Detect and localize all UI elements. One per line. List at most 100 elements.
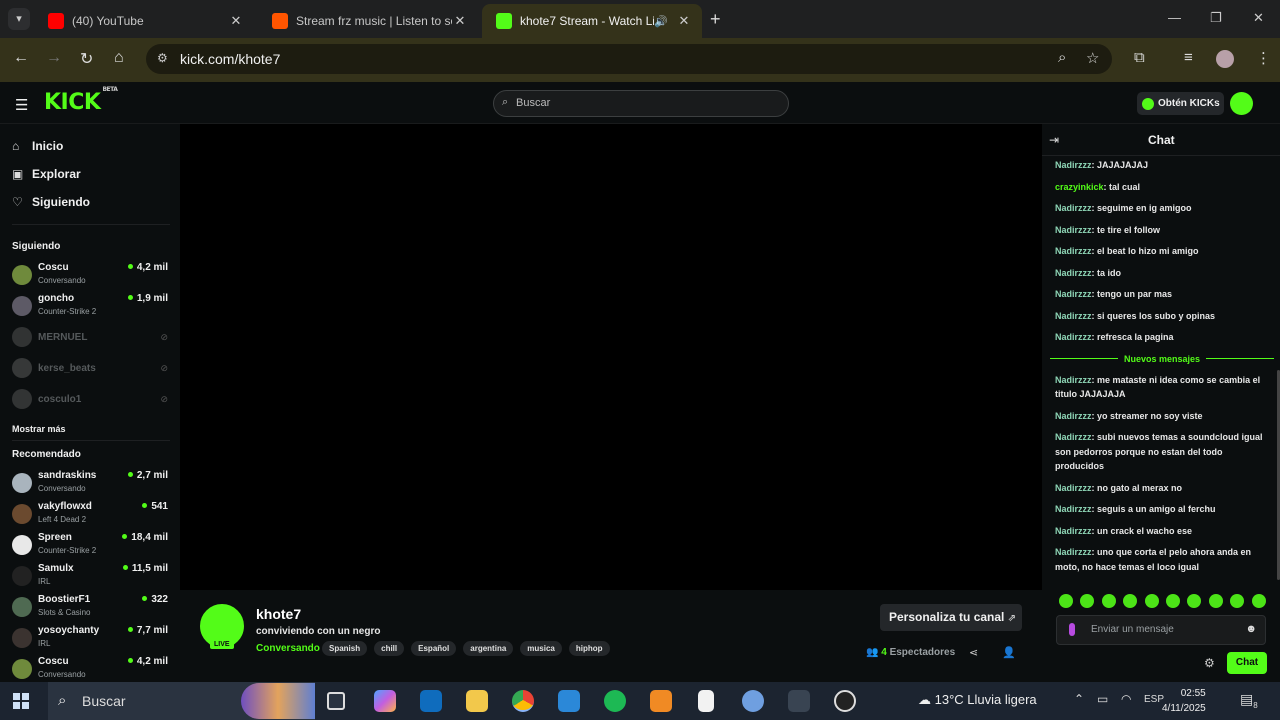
channel-item[interactable]: Samulx IRL 11,5 mil	[12, 563, 170, 593]
minimize-icon[interactable]: —	[1168, 10, 1181, 25]
tag[interactable]: musica	[520, 641, 562, 656]
stream-category-link[interactable]: Conversando	[256, 643, 320, 654]
tab-search-button[interactable]: ▾	[8, 8, 30, 30]
tag[interactable]: argentina	[463, 641, 514, 656]
search-input[interactable]: ⌕ Buscar	[493, 90, 789, 117]
microsoft-store-icon[interactable]	[558, 690, 580, 712]
document-icon[interactable]	[698, 690, 714, 712]
file-explorer-icon[interactable]	[466, 690, 488, 712]
chat-username[interactable]: Nadirzzz	[1055, 504, 1092, 514]
speaker-icon[interactable]: 🔊	[654, 15, 668, 28]
back-arrow-icon[interactable]: ←	[13, 49, 29, 67]
chat-settings-icon[interactable]: ⚙	[1204, 656, 1215, 670]
tag[interactable]: hiphop	[568, 641, 610, 656]
follow-user-icon[interactable]: 👤	[1002, 646, 1016, 659]
address-bar[interactable]: ⚙ kick.com/khote7 ⌕ ☆	[146, 44, 1112, 74]
channel-name[interactable]: khote7	[256, 606, 301, 622]
chat-username[interactable]: Nadirzzz	[1055, 311, 1092, 321]
kick-logo[interactable]: KICKBETA	[44, 86, 118, 115]
get-kicks-button[interactable]: Obtén KICKs	[1137, 92, 1224, 115]
tag[interactable]: Spanish	[322, 641, 368, 656]
send-chat-button[interactable]: Chat	[1227, 652, 1267, 674]
obs-icon[interactable]	[834, 690, 856, 712]
user-avatar[interactable]	[1230, 92, 1253, 115]
zoom-icon[interactable]: ⌕	[1058, 49, 1066, 66]
chat-username[interactable]: Nadirzzz	[1055, 268, 1092, 278]
weather-widget[interactable]: ☁ 13°C Lluvia ligera	[918, 692, 1037, 708]
channel-item[interactable]: Spreen Counter-Strike 2 18,4 mil	[12, 532, 170, 562]
taskbar-search[interactable]: ⌕ Buscar	[48, 682, 315, 720]
video-player[interactable]	[180, 124, 1042, 590]
reload-icon[interactable]: ↻	[80, 49, 93, 69]
emote-icon[interactable]	[1251, 594, 1266, 608]
emote-icon[interactable]	[1208, 594, 1223, 608]
tab-soundcloud[interactable]: Stream frz music | Listen to son ✕	[258, 4, 478, 38]
chat-username[interactable]: Nadirzzz	[1055, 483, 1092, 493]
chrome-icon[interactable]	[512, 690, 534, 712]
emote-icon[interactable]	[1165, 594, 1180, 608]
media-control-icon[interactable]: ≡	[1184, 49, 1193, 66]
home-icon[interactable]: ⌂	[114, 49, 124, 67]
site-info-icon[interactable]: ⚙	[157, 51, 168, 65]
emoji-picker-icon[interactable]: ☻	[1245, 623, 1257, 635]
customize-channel-button[interactable]: Personaliza tu canal ⇗	[880, 604, 1022, 631]
channel-item[interactable]: yosoychanty IRL 7,7 mil	[12, 625, 170, 655]
notification-center-icon[interactable]: ▤8	[1240, 691, 1258, 710]
taskbar-clock[interactable]: 02:55 4/11/2025	[1162, 686, 1206, 716]
bookmark-star-icon[interactable]: ☆	[1086, 49, 1099, 67]
task-view-icon[interactable]	[327, 692, 345, 710]
chat-username[interactable]: Nadirzzz	[1055, 526, 1092, 536]
emote-icon[interactable]	[1059, 594, 1073, 608]
forward-arrow-icon[interactable]: →	[46, 49, 62, 67]
channel-item-offline[interactable]: MERNUEL ⊘	[12, 324, 170, 354]
chat-username[interactable]: Nadirzzz	[1055, 289, 1092, 299]
channel-item[interactable]: goncho Counter-Strike 2 1,9 mil	[12, 293, 170, 323]
qbittorrent-icon[interactable]	[742, 690, 764, 712]
outlook-icon[interactable]	[420, 690, 442, 712]
channel-item[interactable]: Coscu Conversando 4,2 mil	[12, 262, 170, 292]
tag[interactable]: Español	[411, 641, 457, 656]
sidebar-item-explore[interactable]: ▣ Explorar	[12, 167, 81, 181]
channel-item[interactable]: sandraskins Conversando 2,7 mil	[12, 470, 170, 500]
menu-kebab-icon[interactable]: ⋮	[1256, 49, 1271, 67]
emote-icon[interactable]	[1230, 594, 1245, 608]
sidebar-item-home[interactable]: ⌂ Inicio	[12, 139, 63, 153]
tab-kick[interactable]: khote7 Stream - Watch Live 🔊 ✕	[482, 4, 702, 38]
chat-message-input[interactable]: Enviar un mensaje ☻	[1056, 615, 1266, 645]
spotify-icon[interactable]	[604, 690, 626, 712]
emote-icon[interactable]	[1101, 594, 1116, 608]
fl-studio-icon[interactable]	[650, 690, 672, 712]
sidebar-item-following[interactable]: ♡ Siguiendo	[12, 195, 90, 209]
chat-username[interactable]: crazyinkick	[1055, 182, 1104, 192]
channel-item-offline[interactable]: kerse_beats ⊘	[12, 355, 170, 385]
channel-item-offline[interactable]: cosculo1 ⊘	[12, 386, 170, 416]
wifi-icon[interactable]: ◠	[1121, 692, 1131, 706]
channel-item[interactable]: vakyflowxd Left 4 Dead 2 541	[12, 501, 170, 531]
chat-username[interactable]: Nadirzzz	[1055, 160, 1092, 170]
collapse-chat-icon[interactable]: ⇥	[1049, 133, 1059, 147]
hamburger-menu-icon[interactable]: ☰	[15, 96, 28, 114]
emote-icon[interactable]	[1187, 594, 1202, 608]
copilot-icon[interactable]	[374, 690, 396, 712]
tab-youtube[interactable]: (40) YouTube ✕	[34, 4, 254, 38]
channel-item[interactable]: Coscu Conversando 4,2 mil	[12, 656, 170, 682]
emote-icon[interactable]	[1144, 594, 1159, 608]
channel-item[interactable]: BoostierF1 Slots & Casino 322	[12, 594, 170, 624]
chat-username[interactable]: Nadirzzz	[1055, 432, 1092, 442]
chat-username[interactable]: Nadirzzz	[1055, 332, 1092, 342]
tray-chevron-icon[interactable]: ⌃	[1074, 692, 1084, 706]
chat-username[interactable]: Nadirzzz	[1055, 411, 1092, 421]
maximize-icon[interactable]: ❐	[1210, 10, 1222, 26]
new-tab-button[interactable]: +	[710, 9, 721, 30]
extensions-icon[interactable]: ⧉	[1134, 49, 1145, 66]
chat-username[interactable]: Nadirzzz	[1055, 225, 1092, 235]
emote-icon[interactable]	[1080, 594, 1095, 608]
close-tab-icon[interactable]: ✕	[228, 13, 244, 29]
close-tab-icon[interactable]: ✕	[452, 13, 468, 29]
close-tab-icon[interactable]: ✕	[676, 13, 692, 29]
battery-icon[interactable]: ▭	[1097, 692, 1108, 706]
windows-start-icon[interactable]	[13, 693, 29, 709]
chat-username[interactable]: Nadirzzz	[1055, 547, 1092, 557]
emote-icon[interactable]	[1123, 594, 1138, 608]
chat-username[interactable]: Nadirzzz	[1055, 203, 1092, 213]
